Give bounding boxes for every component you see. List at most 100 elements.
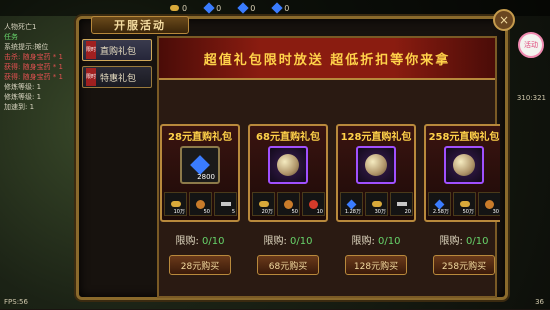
tab-direct-purchase[interactable]: 限时 直购礼包 xyxy=(82,39,152,61)
tab-sidebar: 限时 直购礼包 限时 特惠礼包 xyxy=(82,39,152,295)
pack-box: 28元直购礼包 2800 10万 50 5 xyxy=(160,124,240,222)
reward-count: 10 xyxy=(316,209,323,215)
gold-coin-icon xyxy=(170,201,181,207)
key-icon xyxy=(396,202,407,206)
chat-line: 修炼等级: 1 xyxy=(4,83,42,91)
clock: 36 xyxy=(535,298,544,306)
chat-line: 人物死亡1 xyxy=(4,23,37,31)
reward-slot[interactable]: 2.58万 xyxy=(428,192,451,216)
resource-value: 0 xyxy=(182,3,188,13)
reward-count: 20 xyxy=(404,209,411,215)
tab-label: 特惠礼包 xyxy=(100,73,137,84)
limit-value: 0/10 xyxy=(378,236,401,247)
pack-title: 258元直购礼包 xyxy=(428,132,500,143)
limit-value: 0/10 xyxy=(466,236,489,247)
key-icon xyxy=(220,202,231,206)
reward-slot[interactable]: 50 xyxy=(277,192,300,216)
resource-value: 0 xyxy=(250,3,256,13)
pack-items: 20万 50 10 xyxy=(252,192,325,216)
orb-item-icon[interactable] xyxy=(356,146,396,184)
resource-item: 0 xyxy=(203,2,222,14)
buy-button[interactable]: 258元购买 xyxy=(433,255,495,275)
purchase-limit: 限购: 0/10 xyxy=(160,232,240,247)
reward-count: 30 xyxy=(492,209,499,215)
gold-coin-icon xyxy=(258,201,269,207)
reward-count: 50万 xyxy=(462,209,474,215)
event-badge[interactable]: 活动 xyxy=(518,32,544,58)
tab-label: 直购礼包 xyxy=(100,46,137,57)
window-title: 开服活动 xyxy=(91,16,189,34)
reward-count: 50 xyxy=(203,209,210,215)
reward-slot[interactable]: 20万 xyxy=(252,192,275,216)
chat-line: 加速到: 1 xyxy=(4,103,35,111)
limit-value: 0/10 xyxy=(202,236,225,247)
fps-counter: FPS:56 xyxy=(4,298,28,306)
pack-card: 258元直购礼包 2.58万 50万 30 限购: 0/10 258元购买 xyxy=(424,124,500,310)
item-count: 2800 xyxy=(197,173,215,181)
pack-box: 128元直购礼包 1.28万 30万 20 xyxy=(336,124,416,222)
item-bag-icon xyxy=(284,199,293,209)
buy-button[interactable]: 68元购买 xyxy=(257,255,319,275)
red-potion-icon xyxy=(309,199,318,209)
limit-label: 限购: xyxy=(351,236,379,247)
reward-count: 20万 xyxy=(261,209,273,215)
limit-value: 0/10 xyxy=(290,236,313,247)
gem-icon xyxy=(190,155,210,175)
gold-coin-icon xyxy=(459,201,470,207)
purchase-limit: 限购: 0/10 xyxy=(248,232,328,247)
resource-value: 0 xyxy=(216,3,222,13)
chat-line: 任务 xyxy=(4,33,18,41)
limit-label: 限购: xyxy=(439,236,467,247)
chat-line: 获得: 随身宝药 * 1 xyxy=(4,73,63,81)
blue-gem-icon xyxy=(271,2,283,14)
purchase-limit: 限购: 0/10 xyxy=(336,232,416,247)
reward-slot[interactable]: 50 xyxy=(189,192,212,216)
pack-cards: 28元直购礼包 2800 10万 50 5 限购: 0/10 28元购买 68元直购礼包 20万… xyxy=(160,124,500,310)
reward-slot[interactable]: 50万 xyxy=(453,192,476,216)
pack-card: 68元直购礼包 20万 50 10 限购: 0/10 68元购买 xyxy=(248,124,328,310)
close-button[interactable]: × xyxy=(493,9,515,31)
orb-item-icon[interactable] xyxy=(268,146,308,184)
pack-title: 68元直购礼包 xyxy=(256,132,320,143)
pack-card: 28元直购礼包 2800 10万 50 5 限购: 0/10 28元购买 xyxy=(160,124,240,310)
chat-line: 击杀: 随身宝药 * 1 xyxy=(4,53,63,61)
purchase-limit: 限购: 0/10 xyxy=(424,232,500,247)
item-bag-icon xyxy=(485,199,494,209)
reward-slot[interactable]: 30 xyxy=(478,192,500,216)
reward-count: 50 xyxy=(291,209,298,215)
tab-special-offer[interactable]: 限时 特惠礼包 xyxy=(82,66,152,88)
chat-line: 修炼等级: 1 xyxy=(4,93,42,101)
buy-button[interactable]: 128元购买 xyxy=(345,255,407,275)
pack-title: 28元直购礼包 xyxy=(168,132,232,143)
pack-title: 128元直购礼包 xyxy=(340,132,412,143)
reward-count: 30万 xyxy=(374,209,386,215)
reward-slot[interactable]: 5 xyxy=(214,192,237,216)
resource-bar: 0 0 0 0 xyxy=(0,0,550,16)
chat-line: 系统提示:摊位 xyxy=(4,43,49,51)
reward-count: 1.28万 xyxy=(344,209,361,215)
orb-icon xyxy=(453,154,475,176)
gold-coin-icon xyxy=(170,5,179,11)
buy-button[interactable]: 28元购买 xyxy=(169,255,231,275)
limited-flag-icon: 限时 xyxy=(86,68,96,86)
pack-items: 1.28万 30万 20 xyxy=(340,192,413,216)
blue-gem-icon[interactable]: 2800 xyxy=(180,146,220,184)
reward-slot[interactable]: 1.28万 xyxy=(340,192,363,216)
pack-box: 68元直购礼包 20万 50 10 xyxy=(248,124,328,222)
pack-items: 10万 50 5 xyxy=(164,192,237,216)
map-coords: 310:321 xyxy=(516,94,546,102)
limit-label: 限购: xyxy=(263,236,291,247)
limited-flag-icon: 限时 xyxy=(86,41,96,59)
resource-item: 0 xyxy=(170,4,187,13)
chat-log: 人物死亡1 任务 系统提示:摊位 击杀: 随身宝药 * 1 获得: 随身宝药 * 1 获得… xyxy=(0,20,72,290)
reward-slot[interactable]: 10 xyxy=(302,192,325,216)
orb-item-icon[interactable] xyxy=(444,146,484,184)
resource-value: 0 xyxy=(284,3,290,13)
orb-icon xyxy=(365,154,387,176)
orb-icon xyxy=(277,154,299,176)
reward-slot[interactable]: 30万 xyxy=(365,192,388,216)
reward-slot[interactable]: 20 xyxy=(390,192,413,216)
gold-coin-icon xyxy=(371,201,382,207)
reward-slot[interactable]: 10万 xyxy=(164,192,187,216)
pack-items: 2.58万 50万 30 xyxy=(428,192,500,216)
